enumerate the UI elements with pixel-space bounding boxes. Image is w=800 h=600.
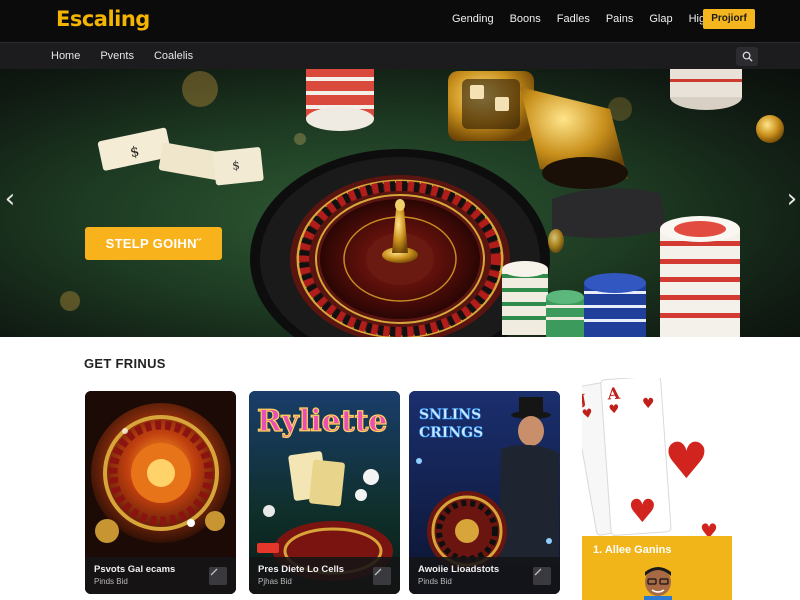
- game-card-1[interactable]: Psvots Gal ecams Pinds Bid: [85, 391, 236, 594]
- svg-text:$: $: [231, 158, 240, 173]
- card-banner-text: Ryliette: [257, 404, 388, 439]
- game-card-3[interactable]: SNLINS CRINGS Awoiie Lioadstots Pinds Bi…: [409, 391, 560, 594]
- card-footer: Awoiie Lioadstots Pinds Bid: [409, 557, 560, 594]
- hero-illustration: $ $: [60, 69, 784, 337]
- subnav-item-collections[interactable]: Coalelis: [154, 50, 193, 62]
- brand-logo[interactable]: Escaling: [56, 7, 150, 31]
- card-action-button[interactable]: [209, 567, 227, 585]
- promo-band: 1. Allee Ganins: [582, 536, 732, 600]
- card-footer: Pres Diete Lo Cells Pjhas Bid: [249, 557, 400, 594]
- edit-icon: [534, 568, 542, 576]
- game-card-2[interactable]: Ryliette Pres Diete Lo Cells Pjhas Bid: [249, 391, 400, 594]
- avatar: [644, 567, 672, 600]
- topnav-item-1[interactable]: Boons: [510, 13, 541, 25]
- topnav-item-4[interactable]: Glap: [649, 13, 672, 25]
- card-title: Pres Diete Lo Cells: [258, 564, 345, 575]
- section-title: GET FRINUS: [84, 356, 166, 371]
- hero-cta-button[interactable]: STELP GOIHN˝: [85, 227, 222, 260]
- card-title: Awoiie Lioadstots: [418, 564, 500, 575]
- topnav-item-2[interactable]: Fadles: [557, 13, 590, 25]
- card-subtitle: Pinds Bid: [418, 577, 452, 586]
- svg-text:♥: ♥: [608, 402, 620, 417]
- top-cta-button[interactable]: Projiorf: [703, 9, 755, 29]
- subnav-item-home[interactable]: Home: [51, 50, 80, 62]
- carousel-next-arrow-icon[interactable]: ›: [782, 179, 800, 219]
- hero-banner: $ $ STELP GOIHN˝ ‹ ›: [0, 69, 800, 337]
- top-nav: Gending Boons Fadles Pains Glap Hig: [452, 13, 705, 25]
- edit-icon: [210, 568, 218, 576]
- sub-nav: Home Pvents Coalelis: [0, 42, 800, 69]
- card-action-button[interactable]: [533, 567, 551, 585]
- search-icon: [742, 51, 753, 62]
- card-action-button[interactable]: [373, 567, 391, 585]
- card-banner-text: CRINGS: [419, 425, 483, 441]
- svg-text:A: A: [606, 384, 621, 404]
- search-button[interactable]: [736, 47, 758, 66]
- card-subtitle: Pinds Bid: [94, 577, 128, 586]
- promo-panel[interactable]: J ♥ A ♥ ♥ ♥ ♥ ♥ 1. Allee Ganins: [582, 378, 732, 600]
- card-subtitle: Pjhas Bid: [258, 577, 292, 586]
- svg-text:♥: ♥: [628, 492, 657, 530]
- svg-text:♥: ♥: [664, 432, 709, 490]
- topnav-item-0[interactable]: Gending: [452, 13, 494, 25]
- carousel-prev-arrow-icon[interactable]: ‹: [0, 179, 20, 219]
- card-footer: Psvots Gal ecams Pinds Bid: [85, 557, 236, 594]
- card-title: Psvots Gal ecams: [94, 564, 176, 575]
- svg-text:♥: ♥: [642, 396, 655, 412]
- card-banner-text: SNLINS: [419, 407, 481, 423]
- edit-icon: [374, 568, 382, 576]
- topnav-item-3[interactable]: Pains: [606, 13, 634, 25]
- promo-title: 1. Allee Ganins: [593, 544, 672, 556]
- top-bar: Escaling Gending Boons Fadles Pains Glap…: [0, 0, 800, 42]
- subnav-item-events[interactable]: Pvents: [100, 50, 134, 62]
